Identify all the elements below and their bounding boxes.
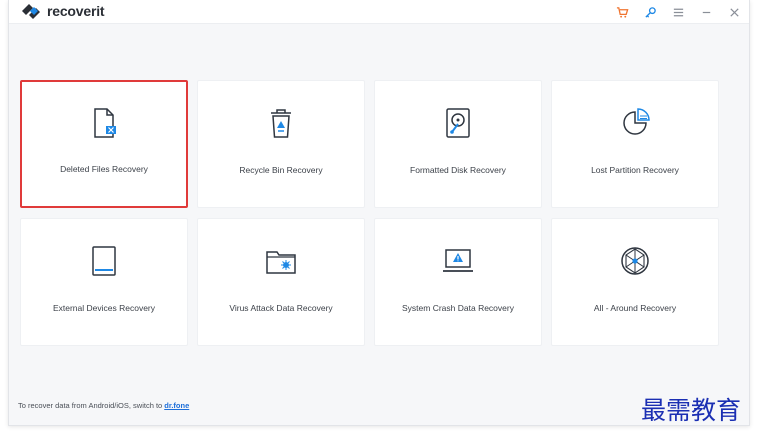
deleted-files-recovery-card[interactable]: Deleted Files Recovery: [20, 80, 188, 208]
key-icon[interactable]: [643, 5, 657, 19]
external-devices-recovery-card[interactable]: External Devices Recovery: [20, 218, 188, 346]
card-label: Virus Attack Data Recovery: [229, 303, 333, 313]
card-label: External Devices Recovery: [52, 303, 156, 313]
all-around-icon: [617, 243, 653, 279]
app-title: recoverit: [47, 3, 105, 19]
system-crash-icon: [440, 243, 476, 279]
recovery-mode-grid: Deleted Files Recovery Recycle Bin Recov…: [20, 80, 719, 346]
card-label: Lost Partition Recovery: [591, 165, 679, 175]
card-label: Formatted Disk Recovery: [410, 165, 506, 175]
drfone-link[interactable]: dr.fone: [164, 401, 189, 410]
formatted-disk-icon: [440, 105, 476, 141]
lost-partition-icon: [617, 105, 653, 141]
footer-text: To recover data from Android/iOS, switch…: [18, 401, 163, 410]
menu-icon[interactable]: [671, 5, 685, 19]
cart-icon[interactable]: [615, 5, 629, 19]
recycle-bin-recovery-card[interactable]: Recycle Bin Recovery: [197, 80, 365, 208]
external-device-icon: [86, 243, 122, 279]
all-around-recovery-card[interactable]: All - Around Recovery: [551, 218, 719, 346]
recycle-bin-icon: [263, 105, 299, 141]
close-icon[interactable]: [727, 5, 741, 19]
minimize-icon[interactable]: [699, 5, 713, 19]
card-label: Deleted Files Recovery: [60, 164, 148, 174]
footer-note: To recover data from Android/iOS, switch…: [18, 401, 189, 410]
card-label: All - Around Recovery: [593, 303, 677, 313]
window-controls: [615, 0, 741, 24]
card-label: System Crash Data Recovery: [402, 303, 514, 313]
card-label: Recycle Bin Recovery: [239, 165, 323, 175]
formatted-disk-recovery-card[interactable]: Formatted Disk Recovery: [374, 80, 542, 208]
deleted-file-icon: [86, 105, 122, 141]
title-bar: recoverit: [9, 0, 749, 24]
watermark-text: 最需教育: [641, 396, 742, 425]
app-logo: recoverit: [20, 1, 105, 21]
virus-attack-recovery-card[interactable]: Virus Attack Data Recovery: [197, 218, 365, 346]
system-crash-recovery-card[interactable]: System Crash Data Recovery: [374, 218, 542, 346]
lost-partition-recovery-card[interactable]: Lost Partition Recovery: [551, 80, 719, 208]
recoverit-logo-icon: [22, 4, 40, 19]
virus-attack-icon: [263, 243, 299, 279]
